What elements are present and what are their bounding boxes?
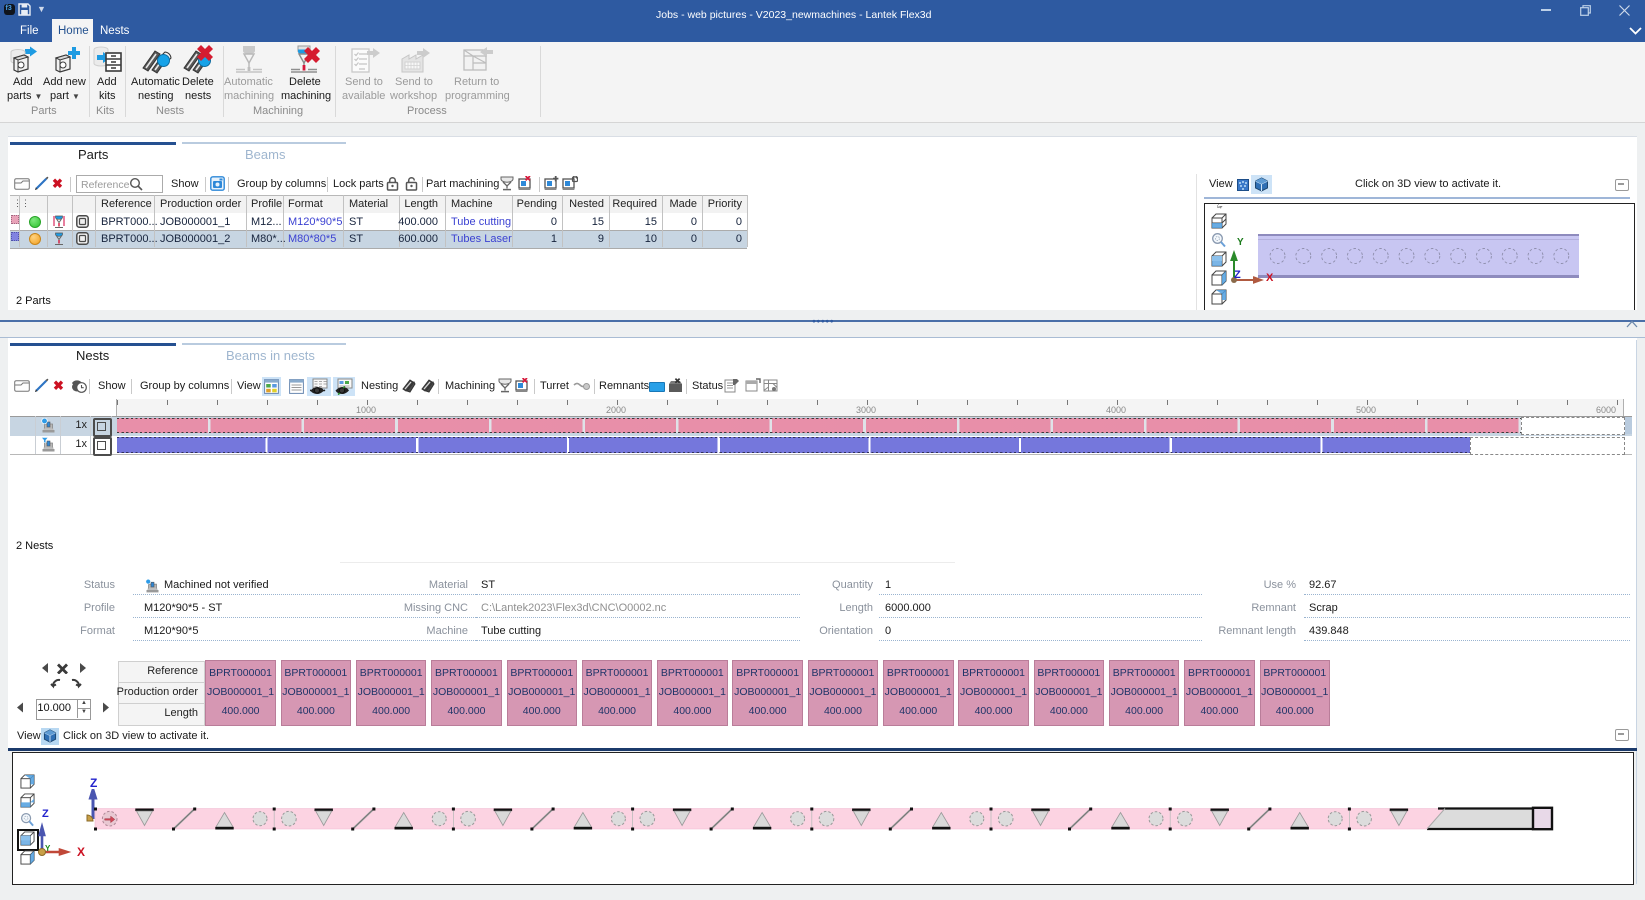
svg-text:Y: Y xyxy=(45,844,51,853)
